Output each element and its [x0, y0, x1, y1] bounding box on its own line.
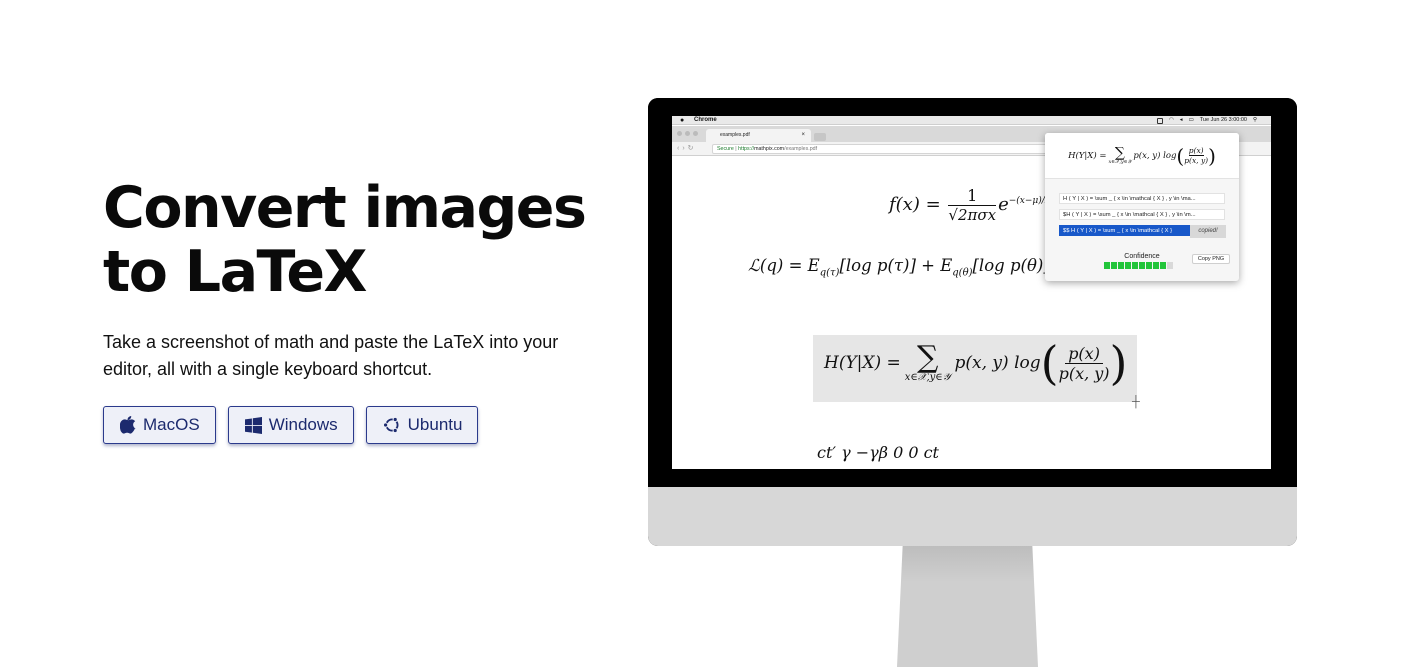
- new-tab-icon: [814, 133, 826, 141]
- latex-result-1[interactable]: H ( Y | X ) = \sum _ { x \in \mathcal { …: [1059, 193, 1225, 204]
- menubar-app-name: Chrome: [694, 117, 717, 123]
- macos-button[interactable]: MacOS: [103, 406, 216, 444]
- window-controls: [677, 131, 698, 136]
- tab-close-icon: ×: [801, 132, 805, 138]
- preview-paren-right: ): [1208, 143, 1216, 168]
- confidence-segment: [1146, 262, 1152, 269]
- sigma-glyph: ∑: [916, 339, 939, 375]
- equation-elbo: ℒ(q) = Eq(τ)[log p(τ)] + Eq(θ)[log p(θ)]…: [748, 256, 1069, 278]
- apple-menu-icon: ●: [680, 117, 685, 124]
- windows-button-label: Windows: [268, 415, 338, 434]
- nav-buttons: ‹›↻: [677, 145, 697, 152]
- preview-sigma: ∑: [1114, 144, 1125, 161]
- snip-popup: H(Y|X) = ∑ x∈𝒳,y∈𝒴 p(x, y) log ( p(x) p(…: [1045, 133, 1239, 281]
- url-path: /examples.pdf: [784, 146, 818, 152]
- monitor-chin: [648, 487, 1297, 546]
- confidence-segment: [1125, 262, 1131, 269]
- ubuntu-button[interactable]: Ubuntu: [365, 406, 479, 444]
- preview-left: H(Y|X) =: [1068, 150, 1107, 161]
- browser-tab: examples.pdf ×: [706, 129, 811, 142]
- eq-lq-mid: [log p(τ)] + E: [839, 256, 953, 275]
- crosshair-cursor-icon: ┼: [1132, 396, 1140, 408]
- menubar-status: ◠ ◂ ▭ Tue Jun 26 3:00:00 ⚲: [1156, 116, 1257, 125]
- eq-h-den: p(x, y): [1058, 363, 1110, 383]
- ubuntu-button-label: Ubuntu: [407, 415, 463, 434]
- eq-fx-left: f(x) =: [889, 194, 941, 215]
- copy-png-button[interactable]: Copy PNG: [1192, 254, 1230, 264]
- zoom-window-icon: [693, 131, 698, 136]
- close-window-icon: [677, 131, 682, 136]
- preview-paren-left: (: [1176, 143, 1185, 168]
- hero-title-line2: to LaTeX: [103, 239, 367, 305]
- eq-h-body: p(x, y) log: [954, 353, 1041, 373]
- confidence-segment: [1104, 262, 1110, 269]
- copied-badge: copied!: [1190, 225, 1226, 238]
- paren-left: (: [1040, 336, 1059, 390]
- confidence-segment: [1167, 262, 1173, 269]
- windows-button[interactable]: Windows: [227, 406, 354, 444]
- eq-fx-num: 1: [948, 186, 997, 206]
- preview-fraction: p(x) p(x, y): [1184, 146, 1208, 165]
- preview-sum-sub: x∈𝒳,y∈𝒴: [1108, 158, 1132, 165]
- url-host: mathpix.com: [754, 146, 785, 152]
- monitor-screen: ● Chrome ◠ ◂ ▭ Tue Jun 26 3:00:00 ⚲ exam…: [672, 116, 1271, 469]
- eq-h-sum-sub: x∈𝒳,y∈𝒴: [904, 371, 951, 383]
- preview-body: p(x, y) log: [1133, 150, 1177, 161]
- confidence-segment: [1160, 262, 1166, 269]
- preview-sum: ∑ x∈𝒳,y∈𝒴: [1108, 144, 1132, 165]
- eq-fx-den: √2πσx: [948, 206, 997, 224]
- windows-icon: [244, 416, 262, 434]
- eq-h-fraction: p(x) p(x, y): [1059, 344, 1110, 383]
- eq-fx-fraction: 1 √2πσx: [948, 186, 997, 224]
- hero-title: Convert images to LaTeX: [103, 176, 603, 304]
- mac-menubar: ● Chrome ◠ ◂ ▭ Tue Jun 26 3:00:00 ⚲: [672, 116, 1271, 125]
- secure-label: Secure: [717, 146, 734, 152]
- apple-icon: [120, 416, 136, 434]
- hero-subtitle: Take a screenshot of math and paste the …: [103, 332, 559, 379]
- menubar-datetime: Tue Jun 26 3:00:00: [1199, 117, 1247, 123]
- confidence-segment: [1111, 262, 1117, 269]
- preview-num: p(x): [1188, 146, 1204, 156]
- confidence-segment: [1139, 262, 1145, 269]
- url-scheme: https://: [738, 146, 755, 152]
- tab-title: examples.pdf: [720, 132, 750, 138]
- eq-lq-a: ℒ(q) = E: [748, 256, 820, 275]
- spotlight-icon: ⚲: [1252, 117, 1257, 123]
- confidence-segment: [1118, 262, 1124, 269]
- wifi-icon: ◠: [1168, 117, 1174, 123]
- battery-icon: ▭: [1188, 117, 1194, 123]
- volume-icon: ◂: [1179, 117, 1183, 123]
- confidence-segment: [1132, 262, 1138, 269]
- minimize-window-icon: [685, 131, 690, 136]
- eq-fx-e: e: [998, 194, 1009, 215]
- eq-h-sum: ∑ x∈𝒳,y∈𝒴: [904, 339, 951, 383]
- paren-right: ): [1109, 336, 1128, 390]
- equation-conditional-entropy: H(Y|X) = ∑ x∈𝒳,y∈𝒴 p(x, y) log ( p(x) p(…: [824, 336, 1128, 390]
- hero: Convert images to LaTeX Take a screensho…: [103, 176, 603, 383]
- ubuntu-icon: [382, 416, 399, 434]
- confidence-segment: [1153, 262, 1159, 269]
- eq-h-left: H(Y|X) =: [824, 353, 901, 373]
- preview-den: p(x, y): [1184, 156, 1209, 165]
- latex-result-2[interactable]: $H ( Y | X ) = \sum _ { x \in \mathcal {…: [1059, 209, 1225, 220]
- equation-gaussian: f(x) = 1 √2πσx e−(x−μ)/2σ: [889, 186, 1057, 224]
- macos-button-label: MacOS: [143, 415, 200, 434]
- url-separator: |: [735, 146, 737, 152]
- monitor-stand: [897, 546, 1038, 667]
- os-download-buttons: MacOS Windows Ubuntu: [103, 406, 479, 444]
- confidence-bar: [1104, 262, 1173, 269]
- mathpix-tray-icon: [1156, 117, 1163, 124]
- latex-preview: H(Y|X) = ∑ x∈𝒳,y∈𝒴 p(x, y) log ( p(x) p(…: [1045, 133, 1239, 179]
- eq-lq-sub1: q(τ): [819, 267, 840, 279]
- eq-h-num: p(x): [1065, 344, 1103, 364]
- eq-lq-sub2: q(θ): [952, 267, 973, 279]
- hero-title-line1: Convert images: [103, 175, 587, 241]
- equation-lorentz-matrix: ct′ γ −γβ 0 0 ct: [817, 443, 939, 462]
